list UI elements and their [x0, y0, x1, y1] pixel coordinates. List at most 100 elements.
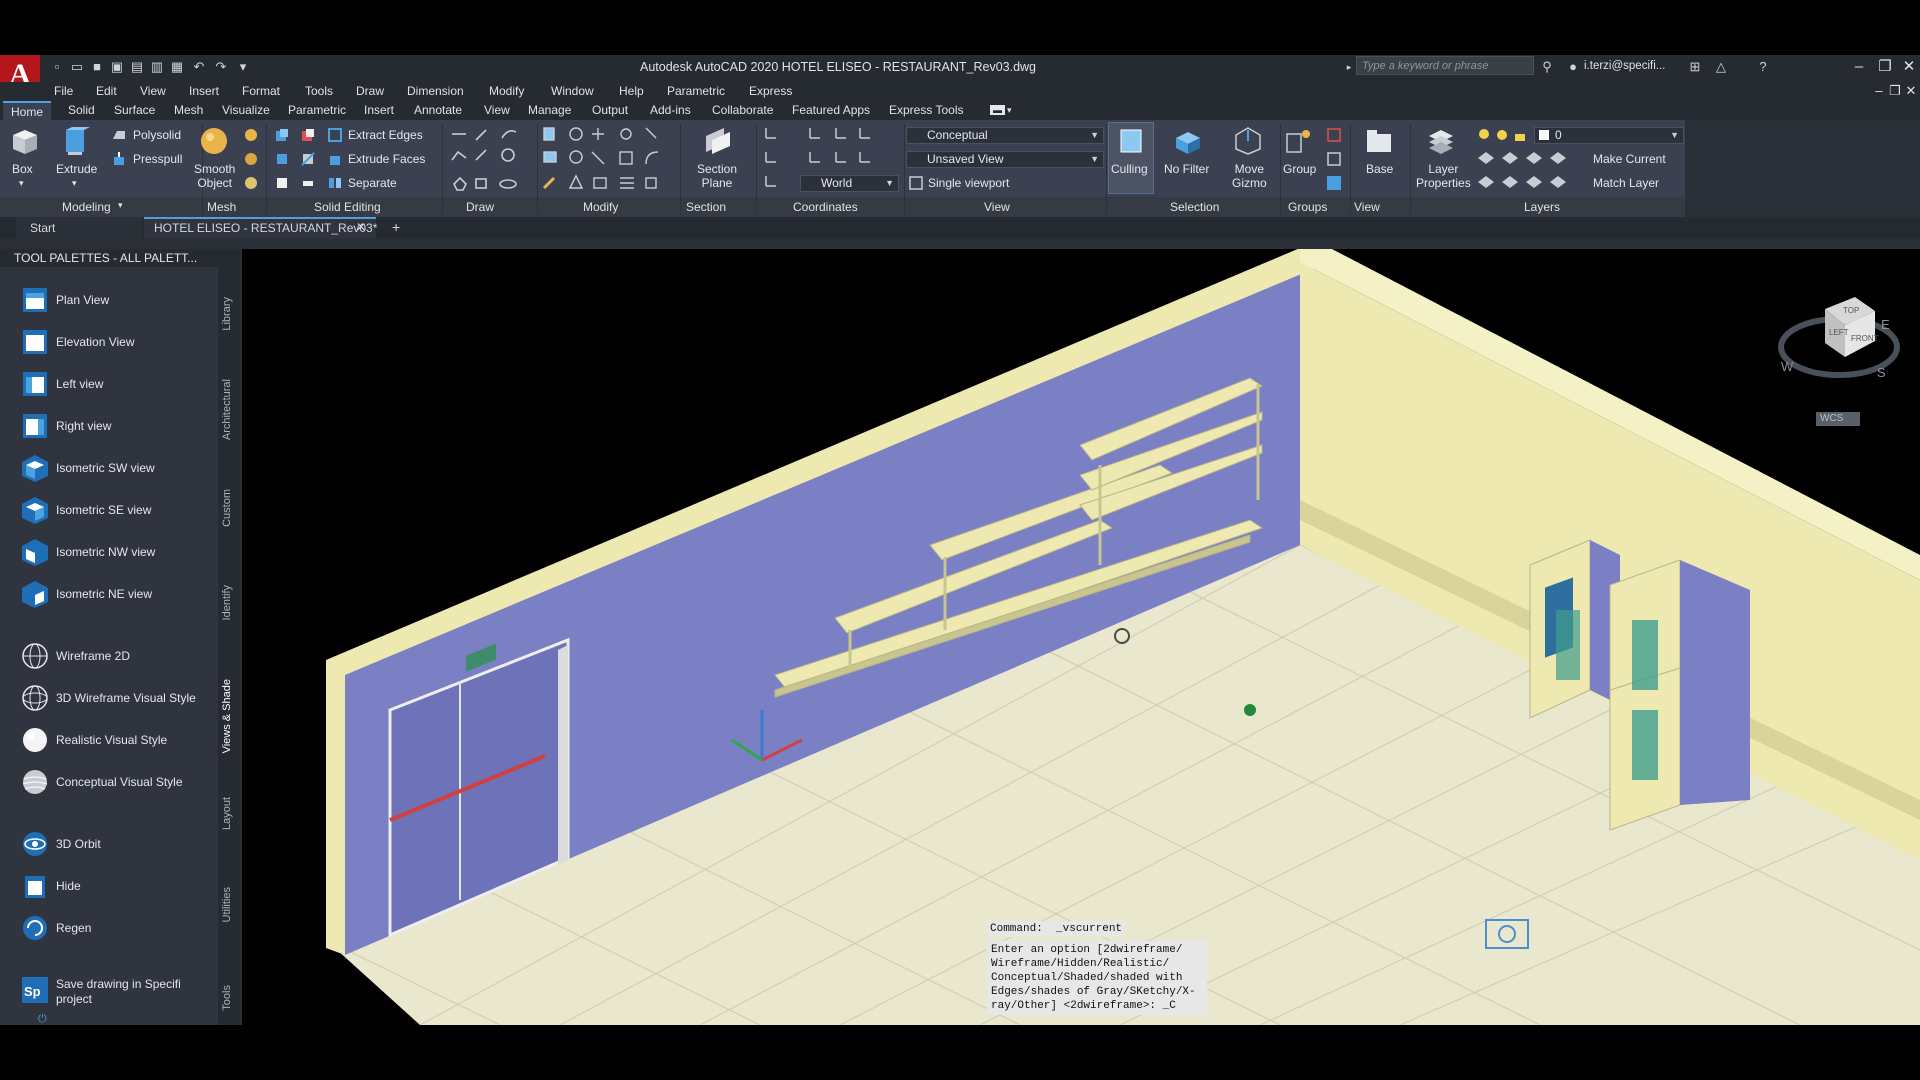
command-prompt[interactable]: Enter an option [2dwireframe/ Wireframe/…: [987, 941, 1207, 1015]
mesh-box-icon[interactable]: [243, 127, 259, 143]
close-button[interactable]: ✕: [1900, 58, 1918, 76]
tab-addins[interactable]: Add-ins: [650, 103, 691, 117]
vtab-utilities[interactable]: Utilities: [221, 887, 233, 922]
vtab-library[interactable]: Library: [221, 297, 233, 331]
tab-collaborate[interactable]: Collaborate: [712, 103, 773, 117]
ungroup-icon[interactable]: [1326, 127, 1342, 143]
thicken-icon[interactable]: [300, 175, 316, 191]
interfere-icon[interactable]: [274, 175, 290, 191]
groups-panel-title[interactable]: Groups: [1288, 200, 1327, 214]
group-select-icon[interactable]: [1326, 175, 1342, 191]
no-filter-icon[interactable]: [1172, 126, 1202, 156]
ribbon-minimize-dropdown-icon[interactable]: ▾: [1007, 105, 1012, 116]
menu-draw[interactable]: Draw: [356, 84, 384, 98]
save-as-icon[interactable]: ▣: [110, 60, 124, 74]
palette-item-left-view[interactable]: Left view: [20, 369, 210, 399]
slice-icon[interactable]: [300, 151, 316, 167]
tab-surface[interactable]: Surface: [114, 103, 155, 117]
separate-label[interactable]: Separate: [348, 176, 397, 190]
new-tab-icon[interactable]: +: [392, 219, 400, 235]
view-panel-title[interactable]: View: [984, 200, 1010, 214]
menu-tools[interactable]: Tools: [305, 84, 333, 98]
minimize-button[interactable]: –: [1850, 58, 1868, 76]
close-tab-icon[interactable]: ✕: [356, 220, 366, 234]
group-icon[interactable]: [1284, 126, 1314, 156]
palette-item-right-view[interactable]: Right view: [20, 411, 210, 441]
extract-edges-label[interactable]: Extract Edges: [348, 128, 423, 142]
search-input[interactable]: Type a keyword or phrase: [1356, 56, 1534, 75]
plot-icon[interactable]: ▥: [150, 60, 164, 74]
tab-parametric[interactable]: Parametric: [288, 103, 346, 117]
palette-item-elevation-view[interactable]: Elevation View: [20, 327, 210, 357]
palette-item-iso-ne[interactable]: Isometric NE view: [20, 579, 210, 609]
modeling-panel-title[interactable]: Modeling: [62, 200, 111, 214]
restore-button[interactable]: ❐: [1876, 58, 1894, 76]
menu-dimension[interactable]: Dimension: [407, 84, 464, 98]
layer-select[interactable]: 0 ▼: [1534, 127, 1684, 144]
palette-item-save-specifi[interactable]: Sp Save drawing in Specifi project: [20, 975, 210, 1011]
help-icon[interactable]: ?: [1756, 60, 1770, 74]
menu-insert[interactable]: Insert: [189, 84, 219, 98]
polysolid-icon[interactable]: [111, 127, 127, 143]
section-plane-icon[interactable]: [702, 126, 732, 156]
new-file-icon[interactable]: ▫: [50, 60, 64, 74]
palette-item-wireframe-2d[interactable]: Wireframe 2D: [20, 641, 210, 671]
palette-item-wireframe-3d[interactable]: 3D Wireframe Visual Style: [20, 683, 210, 713]
presspull-icon[interactable]: [111, 151, 127, 167]
wcs-menu[interactable]: WCS: [1816, 412, 1860, 426]
undo-icon[interactable]: ↶: [192, 60, 206, 74]
tab-annotate[interactable]: Annotate: [414, 103, 462, 117]
tab-solid[interactable]: Solid: [68, 103, 95, 117]
move-gizmo-icon[interactable]: [1233, 126, 1263, 156]
open-file-icon[interactable]: ▭: [70, 60, 84, 74]
match-layer-button[interactable]: Match Layer: [1593, 176, 1659, 190]
tab-manage[interactable]: Manage: [528, 103, 571, 117]
coordinates-panel-title[interactable]: Coordinates: [793, 200, 858, 214]
mesh-smooth-more-icon[interactable]: [243, 175, 259, 191]
redo-icon[interactable]: ↷: [214, 60, 228, 74]
palette-item-conceptual[interactable]: Conceptual Visual Style: [20, 767, 210, 797]
make-current-button[interactable]: Make Current: [1593, 152, 1666, 166]
tab-home[interactable]: Home: [3, 101, 52, 120]
extrude-icon[interactable]: [60, 126, 90, 156]
power-icon[interactable]: ⏻: [38, 1013, 47, 1025]
extract-edges-icon[interactable]: [327, 127, 343, 143]
draw-tools-icon[interactable]: [448, 126, 532, 196]
union-icon[interactable]: [274, 127, 290, 143]
search-expand-icon[interactable]: ▸: [1342, 60, 1356, 74]
customize-qa-icon[interactable]: ▾: [236, 60, 250, 74]
box-icon[interactable]: [9, 126, 39, 156]
extrude-faces-icon[interactable]: [327, 151, 343, 167]
menu-express[interactable]: Express: [749, 84, 792, 98]
vtab-architectural[interactable]: Architectural: [221, 379, 233, 440]
layer-on-icon[interactable]: [1476, 127, 1492, 143]
palette-item-realistic[interactable]: Realistic Visual Style: [20, 725, 210, 755]
a360-icon[interactable]: △: [1714, 60, 1728, 74]
subtract-icon[interactable]: [300, 127, 316, 143]
tab-visualize[interactable]: Visualize: [222, 103, 270, 117]
user-icon[interactable]: ●: [1566, 60, 1580, 74]
draw-panel-title[interactable]: Draw: [466, 200, 494, 214]
tab-active-drawing[interactable]: HOTEL ELISEO - RESTAURANT_Rev03* ✕: [144, 217, 377, 239]
tab-view[interactable]: View: [484, 103, 510, 117]
tab-featured-apps[interactable]: Featured Apps: [792, 103, 870, 117]
doc-close-button[interactable]: ✕: [1902, 82, 1920, 100]
menu-format[interactable]: Format: [242, 84, 280, 98]
tab-mesh[interactable]: Mesh: [174, 103, 203, 117]
tab-output[interactable]: Output: [592, 103, 628, 117]
binoculars-icon[interactable]: ⚲: [1540, 60, 1554, 74]
drawing-viewport[interactable]: TOP LEFT FRONT W S E WCS: [242, 249, 1920, 1025]
ucs-world-select[interactable]: World ▼: [800, 175, 899, 192]
base-view-icon[interactable]: [1364, 126, 1394, 156]
extrude-faces-label[interactable]: Extrude Faces: [348, 152, 425, 166]
viewcube[interactable]: TOP LEFT FRONT W S E: [1777, 289, 1917, 399]
presspull-label[interactable]: Presspull: [133, 152, 182, 166]
mesh-refine-icon[interactable]: [243, 151, 259, 167]
palette-item-iso-sw[interactable]: Isometric SW view: [20, 453, 210, 483]
vtab-views-shade[interactable]: Views & Shade: [221, 679, 233, 753]
menu-view[interactable]: View: [140, 84, 166, 98]
named-view-select[interactable]: Unsaved View ▼: [906, 151, 1104, 168]
palette-title[interactable]: TOOL PALETTES - ALL PALETT...: [0, 249, 240, 267]
modify-panel-title[interactable]: Modify: [583, 200, 618, 214]
layer-lock-icon[interactable]: [1512, 127, 1528, 143]
